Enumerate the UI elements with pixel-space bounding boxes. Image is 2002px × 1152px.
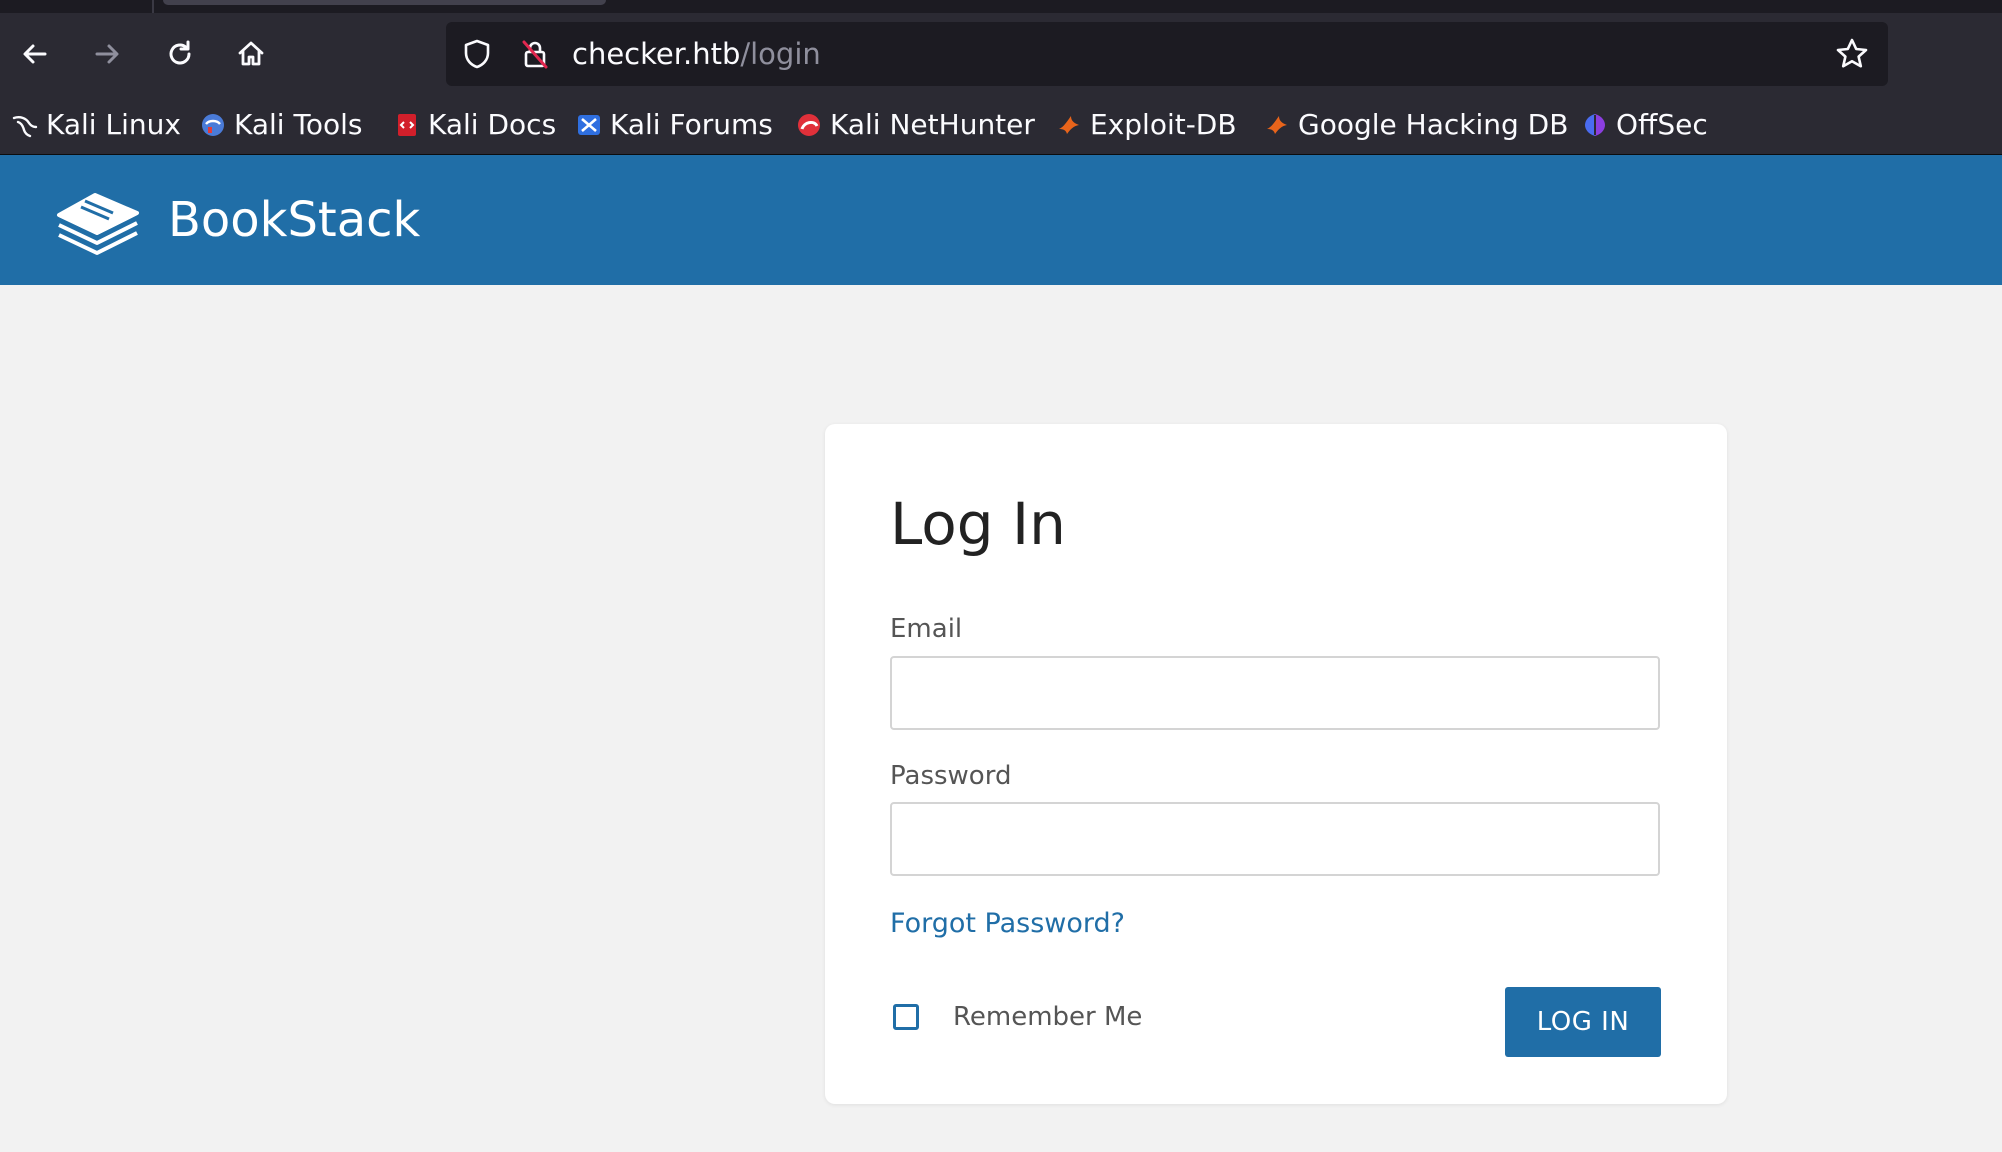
bookmarks-toolbar: Kali Linux Kali Tools Kali Docs Kali For… bbox=[0, 95, 2002, 155]
tab-strip bbox=[0, 0, 2002, 13]
url-path: /login bbox=[740, 37, 821, 71]
bookmark-label: Kali Forums bbox=[610, 108, 773, 141]
bookmark-kali-linux[interactable]: Kali Linux bbox=[12, 95, 181, 154]
tab-separator bbox=[152, 0, 154, 13]
back-arrow-icon bbox=[23, 44, 47, 64]
login-heading: Log In bbox=[890, 490, 1066, 558]
bookmark-label: Google Hacking DB bbox=[1298, 108, 1569, 141]
remember-me[interactable]: Remember Me bbox=[893, 1002, 1142, 1032]
url-text[interactable]: checker.htb/login bbox=[572, 22, 821, 86]
forgot-password-link[interactable]: Forgot Password? bbox=[890, 908, 1125, 939]
bookmark-kali-docs[interactable]: Kali Docs bbox=[394, 95, 556, 154]
bookmark-label: Kali NetHunter bbox=[830, 108, 1035, 141]
password-label: Password bbox=[890, 761, 1012, 791]
bookmark-kali-nethunter[interactable]: Kali NetHunter bbox=[796, 95, 1035, 154]
kali-tools-icon bbox=[202, 113, 224, 136]
offsec-icon bbox=[1585, 113, 1605, 136]
url-bar[interactable]: checker.htb/login bbox=[446, 22, 1888, 86]
bookmark-exploit-db[interactable]: Exploit-DB bbox=[1056, 95, 1237, 154]
url-host: checker.htb bbox=[572, 37, 741, 71]
bookmark-label: OffSec bbox=[1616, 108, 1708, 141]
bookmark-label: Exploit-DB bbox=[1090, 108, 1237, 141]
bookmark-offsec[interactable]: OffSec bbox=[1582, 95, 1708, 154]
login-card: Log In Email Password Forgot Password? R… bbox=[825, 424, 1727, 1104]
reload-button[interactable] bbox=[157, 31, 203, 77]
bookstack-logo-icon[interactable] bbox=[55, 185, 141, 259]
email-field[interactable] bbox=[890, 656, 1660, 730]
home-button[interactable] bbox=[228, 31, 274, 77]
active-tab[interactable] bbox=[163, 0, 606, 5]
app-title[interactable]: BookStack bbox=[168, 155, 420, 285]
forward-arrow-icon bbox=[95, 44, 119, 64]
bookmark-kali-forums[interactable]: Kali Forums bbox=[576, 95, 773, 154]
password-field[interactable] bbox=[890, 802, 1660, 876]
remember-me-label: Remember Me bbox=[953, 1002, 1143, 1032]
bookmark-google-hacking-db[interactable]: Google Hacking DB bbox=[1264, 95, 1568, 154]
kali-nethunter-icon bbox=[798, 113, 820, 136]
bookmark-label: Kali Linux bbox=[46, 108, 181, 141]
kali-forums-icon bbox=[578, 114, 600, 135]
reload-icon bbox=[169, 40, 191, 65]
login-button[interactable]: LOG IN bbox=[1505, 987, 1661, 1057]
home-icon bbox=[238, 41, 264, 66]
back-button[interactable] bbox=[12, 31, 58, 77]
remember-me-checkbox[interactable] bbox=[893, 1004, 919, 1030]
forward-button[interactable] bbox=[84, 31, 130, 77]
ghdb-icon bbox=[1267, 115, 1287, 134]
email-label: Email bbox=[890, 614, 963, 644]
bookmark-label: Kali Docs bbox=[428, 108, 557, 141]
tracking-protection-shield-icon[interactable] bbox=[460, 37, 494, 71]
app-header: BookStack bbox=[0, 155, 2002, 285]
bookmark-label: Kali Tools bbox=[234, 108, 363, 141]
bookmark-star-icon[interactable] bbox=[1834, 36, 1870, 72]
kali-dragon-icon bbox=[12, 115, 38, 137]
browser-toolbar: checker.htb/login bbox=[0, 13, 2002, 95]
exploit-db-icon bbox=[1059, 115, 1079, 134]
insecure-lock-icon[interactable] bbox=[518, 37, 552, 71]
kali-docs-icon bbox=[398, 113, 416, 136]
bookmark-kali-tools[interactable]: Kali Tools bbox=[200, 95, 362, 154]
